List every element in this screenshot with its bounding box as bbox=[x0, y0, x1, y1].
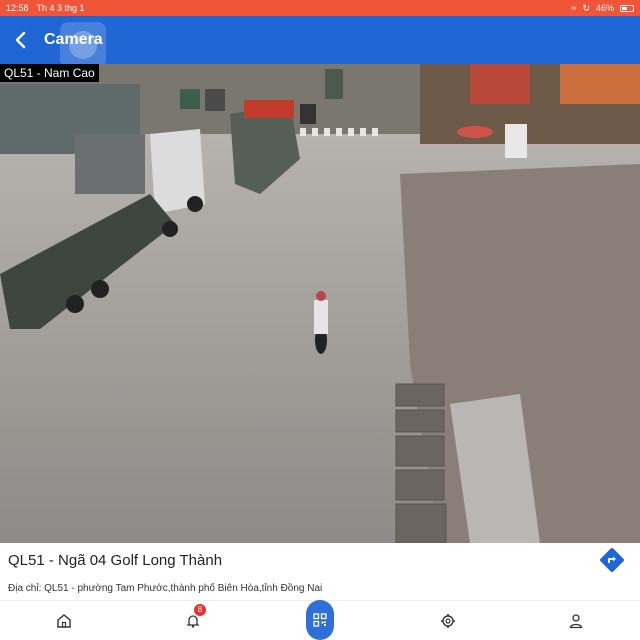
nav-profile[interactable] bbox=[565, 610, 587, 632]
home-icon bbox=[57, 614, 71, 628]
status-time: 12:58 bbox=[6, 3, 29, 13]
app-bar: Camera bbox=[0, 16, 640, 68]
directions-icon bbox=[600, 548, 624, 572]
chevron-left-icon bbox=[15, 31, 26, 49]
gear-icon bbox=[441, 614, 455, 628]
location-address: Địa chỉ: QL51 - phường Tam Phước,thành p… bbox=[8, 583, 323, 594]
directions-button[interactable] bbox=[600, 548, 624, 572]
camera-overlay-label: QL51 - Nam Cao bbox=[0, 64, 99, 82]
touch-ripple bbox=[60, 22, 106, 68]
location-info: QL51 - Ngã 04 Golf Long Thành Địa chỉ: Q… bbox=[0, 543, 640, 600]
location-name: QL51 - Ngã 04 Golf Long Thành bbox=[8, 552, 223, 569]
sync-icon: ↻ bbox=[582, 2, 590, 13]
camera-image bbox=[0, 64, 640, 543]
nav-notifications[interactable]: 8 bbox=[182, 604, 206, 632]
nav-home[interactable] bbox=[53, 610, 75, 632]
battery-icon bbox=[620, 4, 634, 12]
wifi-icon: ≈ bbox=[571, 3, 577, 13]
nav-settings[interactable] bbox=[437, 610, 459, 632]
back-button[interactable] bbox=[0, 16, 40, 64]
qr-code-icon bbox=[313, 613, 327, 627]
status-date: Th 4 3 thg 1 bbox=[36, 3, 85, 13]
status-bar: 12:58 Th 4 3 thg 1 ≈ ↻ 46% bbox=[0, 0, 640, 16]
notification-badge: 8 bbox=[194, 604, 206, 616]
camera-feed[interactable]: QL51 - Nam Cao bbox=[0, 64, 640, 543]
user-icon bbox=[569, 614, 583, 629]
qr-scan-button[interactable] bbox=[306, 600, 334, 640]
battery-percent: 46% bbox=[595, 3, 614, 13]
